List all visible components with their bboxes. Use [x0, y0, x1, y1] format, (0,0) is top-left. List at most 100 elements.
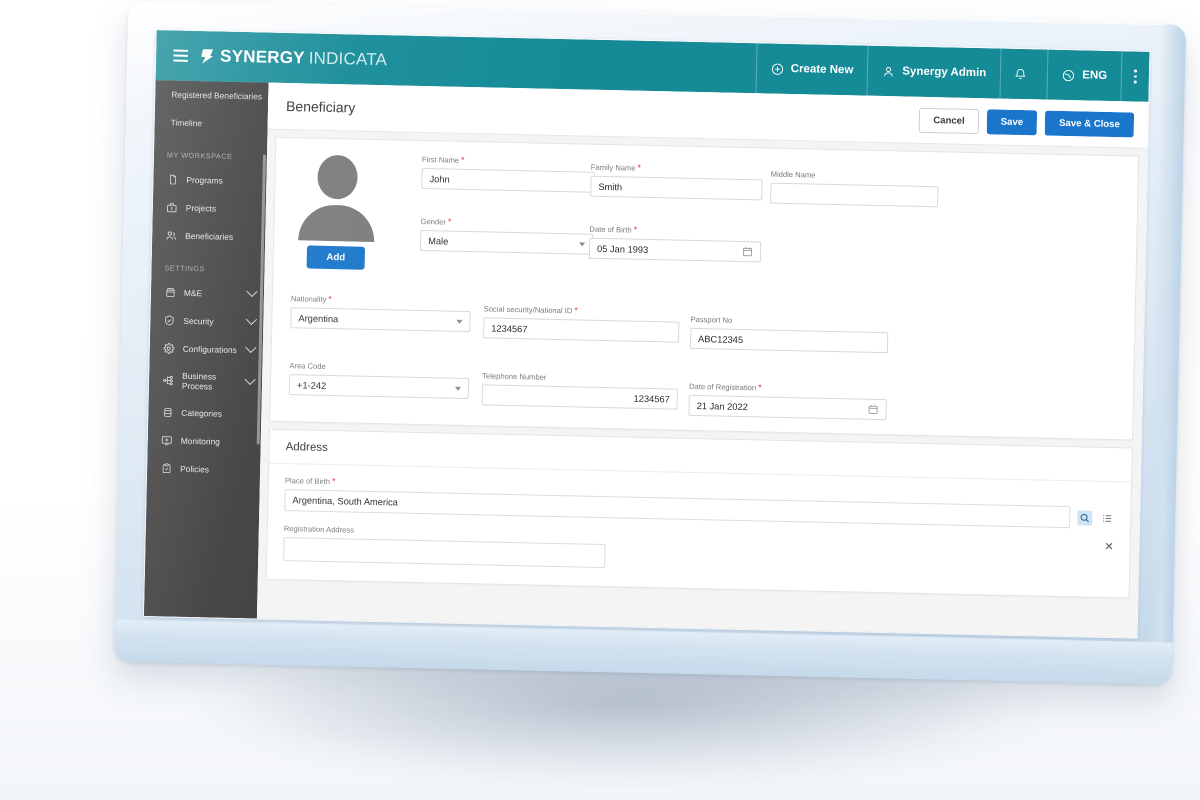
sidebar-item-programs[interactable]: Programs: [153, 165, 267, 195]
sidebar-item-categories[interactable]: Categories: [148, 398, 262, 428]
sidebar-item-projects[interactable]: Projects: [153, 193, 267, 223]
date-of-registration-label: Date of Registration *: [688, 381, 762, 393]
area-code-field: Area Code +1-242: [288, 361, 470, 411]
personal-details-card: Add First Name * John Family Name * Smit…: [269, 136, 1140, 441]
hamburger-icon[interactable]: [173, 49, 189, 62]
date-of-registration-field: Date of Registration * 21 Jan 2022: [688, 370, 887, 421]
clipboard-check-icon: [160, 462, 172, 474]
nationality-select[interactable]: Argentina: [290, 307, 471, 333]
plus-circle-icon: [771, 62, 784, 75]
create-new-label: Create New: [790, 63, 854, 77]
globe-icon: [1062, 68, 1075, 81]
family-name-field: Family Name * Smith: [590, 159, 763, 204]
sidebar-item-label: Configurations: [182, 343, 237, 355]
search-icon[interactable]: [1077, 509, 1093, 526]
sidebar-item-label: Monitoring: [180, 435, 220, 447]
save-and-close-button[interactable]: Save & Close: [1044, 110, 1135, 138]
brand-logo[interactable]: SYNERGY INDICATA: [200, 46, 387, 70]
page-title: Beneficiary: [285, 98, 356, 116]
sidebar: Registered Beneficiaries Timeline MY WOR…: [143, 80, 269, 619]
chevron-down-icon[interactable]: [245, 313, 258, 326]
sidebar-item-me[interactable]: M&E: [151, 278, 265, 308]
gender-label: Gender *: [420, 216, 452, 227]
gender-select[interactable]: Male: [419, 229, 594, 255]
sidebar-item-label: Projects: [185, 202, 217, 214]
user-account-button[interactable]: Synergy Admin: [866, 45, 1001, 99]
cancel-button[interactable]: Cancel: [918, 107, 979, 134]
create-new-button[interactable]: Create New: [755, 43, 868, 96]
sidebar-item-label: M&E: [183, 287, 203, 299]
first-name-input[interactable]: John: [421, 167, 595, 193]
user-icon: [882, 65, 895, 78]
date-of-registration-input[interactable]: 21 Jan 2022: [688, 394, 887, 421]
chevron-down-icon: [579, 241, 586, 247]
main-content: Beneficiary Cancel Save Save & Close Add: [256, 82, 1149, 638]
date-of-birth-input[interactable]: 05 Jan 1993: [588, 237, 762, 263]
sidebar-item-registered-beneficiaries[interactable]: Registered Beneficiaries: [155, 80, 269, 110]
sidebar-item-configurations[interactable]: Configurations: [149, 334, 263, 364]
middle-name-input[interactable]: [770, 182, 939, 208]
family-name-input[interactable]: Smith: [590, 175, 763, 201]
sidebar-section-my-workspace: MY WORKSPACE: [166, 150, 233, 161]
avatar-body: [298, 204, 375, 242]
sidebar-item-policies[interactable]: Policies: [147, 454, 261, 484]
sidebar-item-business-process[interactable]: Business Process: [149, 362, 263, 400]
sidebar-section-settings: SETTINGS: [164, 263, 205, 274]
sidebar-item-security[interactable]: Security: [150, 306, 264, 336]
gender-value: Male: [428, 235, 449, 247]
first-name-field: First Name * John: [421, 155, 595, 200]
people-icon: [165, 229, 177, 241]
gender-dob-row: Gender * Male Date of Birth * 05 Jan 199…: [419, 216, 1121, 270]
date-of-birth-label: Date of Birth *: [589, 224, 638, 235]
chevron-down-icon: [456, 319, 463, 324]
brand-primary-text: SYNERGY: [219, 46, 305, 68]
photo-and-names-row: Add First Name * John Family Name * Smit…: [290, 152, 1122, 286]
box-icon: [164, 286, 176, 298]
sidebar-item-monitoring[interactable]: Monitoring: [147, 426, 261, 456]
address-body: Place of Birth * Argentina, South America: [267, 464, 1131, 598]
close-icon[interactable]: ✕: [1104, 541, 1113, 553]
national-id-field: Social security/National ID * 1234567: [483, 298, 680, 348]
passport-no-input[interactable]: ABC12345: [689, 327, 889, 354]
sidebar-item-label: Programs: [186, 174, 223, 186]
sidebar-item-label: Registered Beneficiaries: [171, 89, 263, 102]
tablet-screen: SYNERGY INDICATA Create New Synergy Admin: [143, 30, 1150, 638]
calendar-icon[interactable]: [742, 246, 753, 257]
gender-field: Gender * Male: [419, 216, 594, 259]
nationality-row: Nationality * Argentina Social security/N…: [288, 294, 1119, 358]
chevron-down-icon[interactable]: [246, 285, 258, 298]
nationality-label: Nationality *: [290, 293, 332, 305]
telephone-input[interactable]: 1234567: [481, 384, 679, 410]
chevron-down-icon[interactable]: [244, 373, 256, 386]
add-photo-button[interactable]: Add: [306, 245, 366, 270]
family-name-label: Family Name *: [590, 162, 642, 173]
notifications-button[interactable]: [999, 48, 1048, 100]
sidebar-item-beneficiaries[interactable]: Beneficiaries: [152, 221, 266, 251]
list-icon[interactable]: [1099, 510, 1114, 525]
sidebar-item-label: Business Process: [181, 370, 217, 392]
national-id-label: Social security/National ID *: [483, 304, 578, 316]
telephone-label: Telephone Number: [482, 371, 547, 382]
national-id-input[interactable]: 1234567: [483, 317, 680, 343]
area-code-select[interactable]: +1-242: [288, 374, 470, 400]
chevron-down-icon[interactable]: [245, 341, 257, 354]
save-button[interactable]: Save: [986, 108, 1038, 135]
calendar-icon[interactable]: [867, 404, 878, 415]
first-name-label: First Name *: [421, 154, 465, 165]
photo-column: Add: [290, 152, 385, 270]
more-vertical-icon: [1133, 69, 1138, 84]
tablet-bezel-right-edge: [1145, 24, 1187, 685]
sidebar-item-label: Timeline: [170, 117, 203, 129]
required-marker: *: [637, 162, 642, 173]
contact-row: Area Code +1-242 Telephone Number 123456…: [287, 361, 1118, 425]
middle-name-label: Middle Name: [770, 169, 816, 180]
language-button[interactable]: ENG: [1046, 49, 1122, 102]
names-row: First Name * John Family Name * Smith Midd…: [421, 155, 1122, 211]
sidebar-item-timeline[interactable]: Timeline: [154, 108, 268, 138]
overflow-menu-button[interactable]: [1120, 51, 1150, 102]
briefcase-icon: [166, 201, 178, 213]
sidebar-item-label: Beneficiaries: [185, 230, 234, 242]
brand-secondary-text: INDICATA: [308, 48, 388, 70]
user-account-label: Synergy Admin: [902, 65, 987, 80]
passport-no-label: Passport No: [690, 314, 733, 325]
